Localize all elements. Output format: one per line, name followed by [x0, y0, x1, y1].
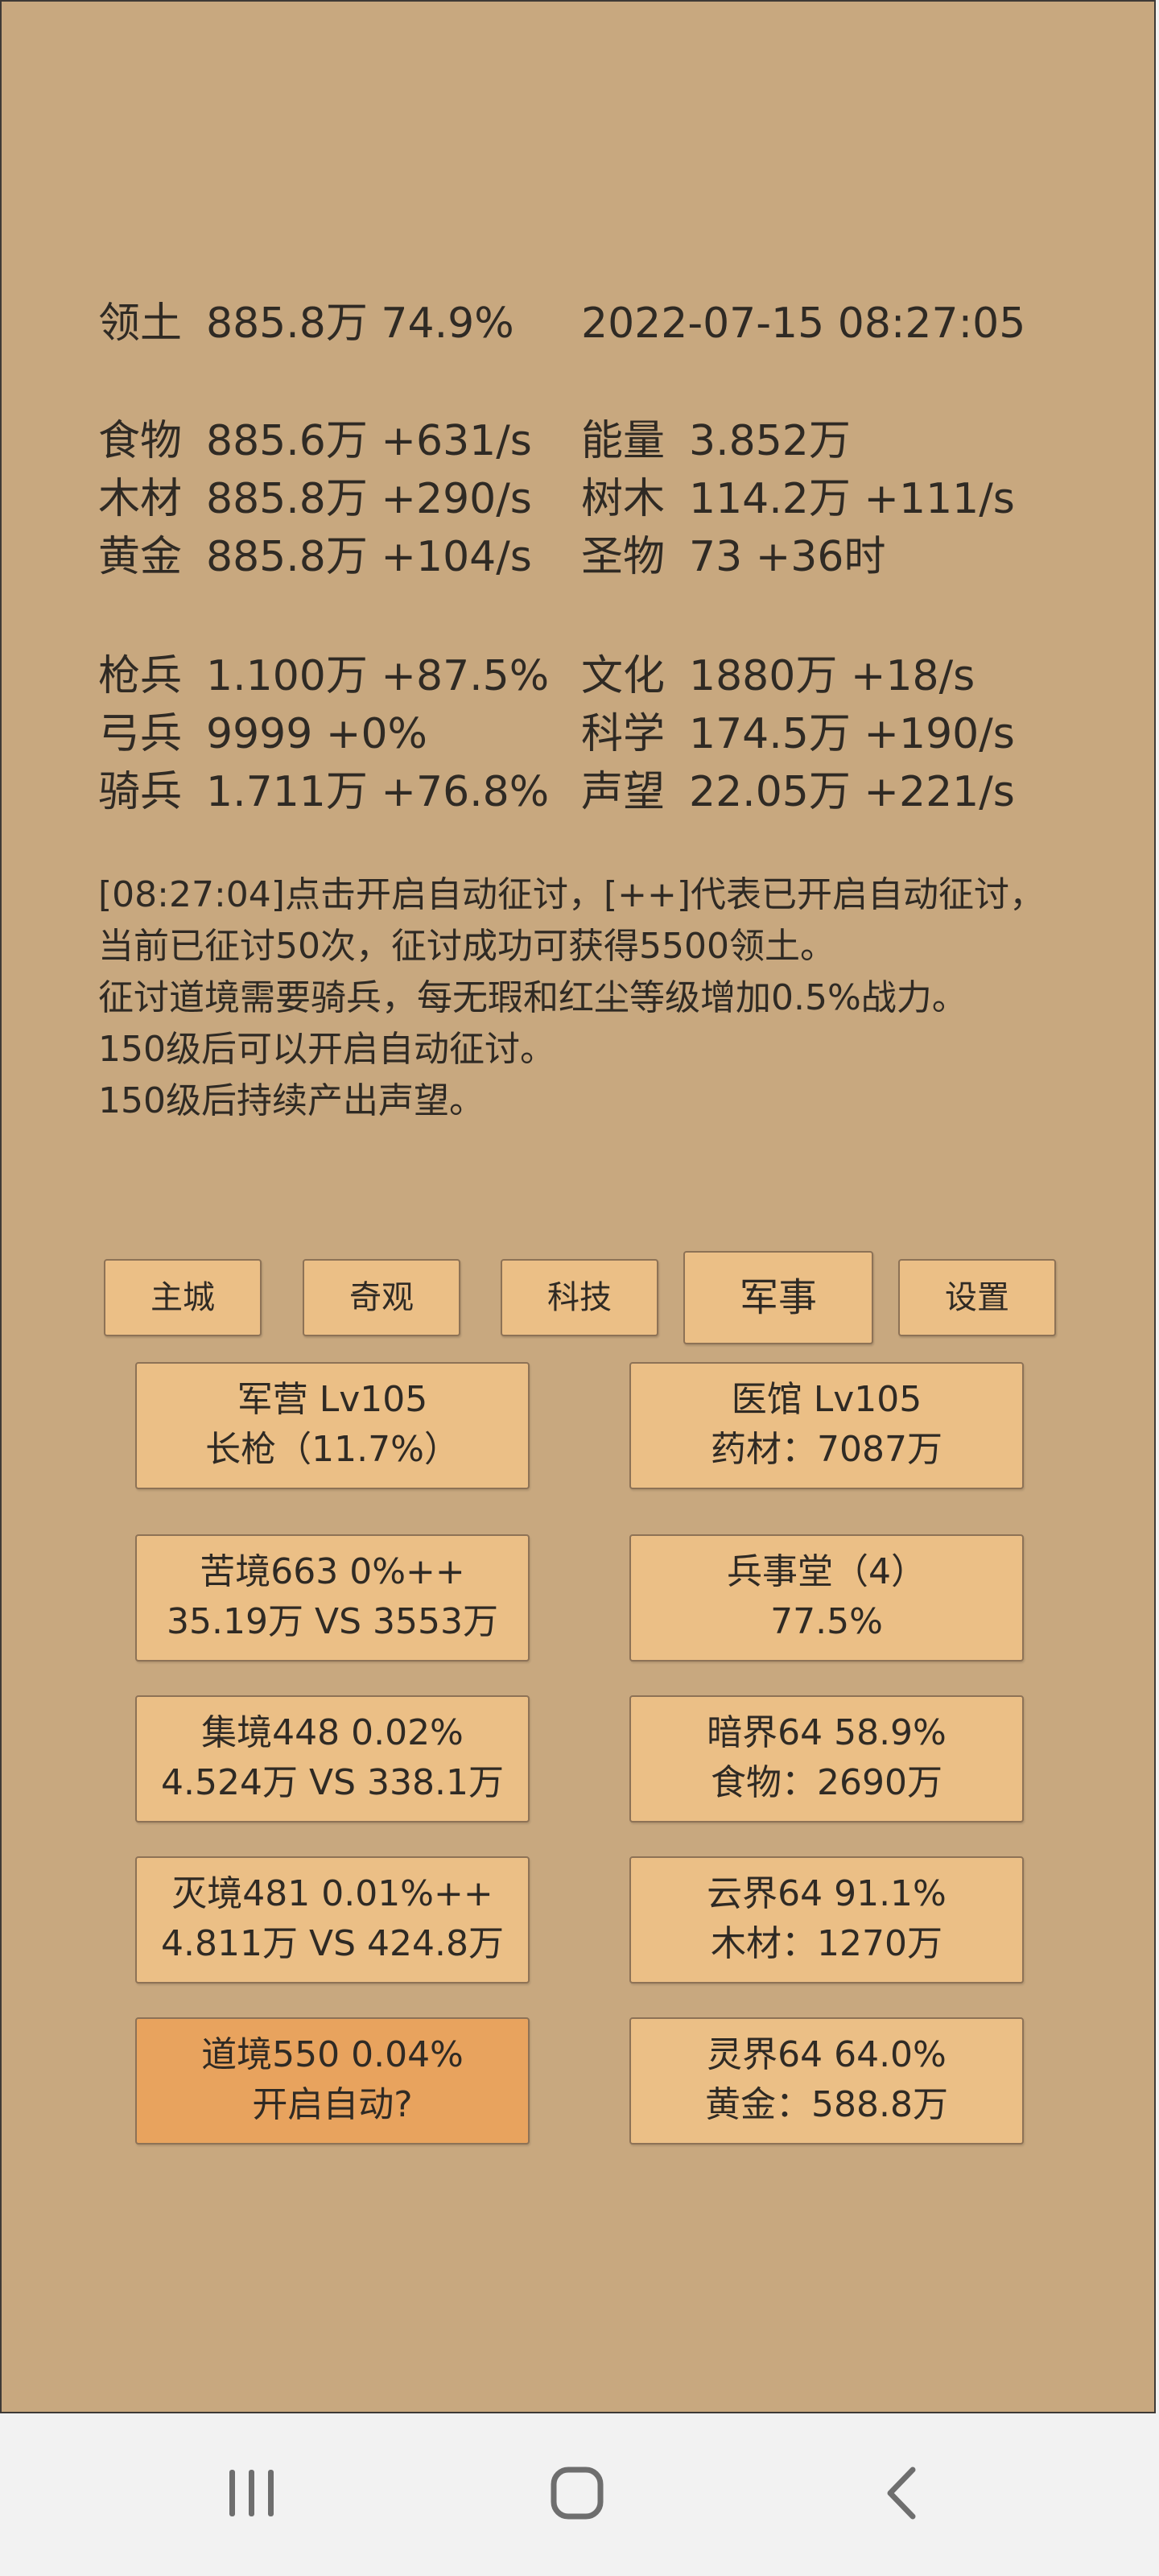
- card-dark-world[interactable]: 暗界64 58.9% 食物：2690万: [629, 1695, 1024, 1823]
- resource-value: 73 +36时: [689, 533, 886, 581]
- card-detail: 木材：1270万: [711, 1923, 942, 1964]
- message-line: 当前已征讨50次，征讨成功可获得5500领土。: [98, 926, 835, 967]
- message-log: [08:27:04]点击开启自动征讨，[++]代表已开启自动征讨， 当前已征讨5…: [98, 869, 1072, 1127]
- stat-label: 科学: [581, 710, 666, 758]
- card-detail: 35.19万 VS 3553万: [167, 1601, 498, 1642]
- card-title: 暗界64 58.9%: [707, 1712, 947, 1753]
- resource-energy: 能量 3.852万: [581, 417, 851, 465]
- resource-label: 黄金: [98, 533, 183, 581]
- card-title: 集境448 0.02%: [201, 1712, 464, 1753]
- resource-value: 885.8万 +290/s: [206, 475, 532, 523]
- resource-relics: 圣物 73 +36时: [581, 533, 885, 581]
- card-ku-realm[interactable]: 苦境663 0%++ 35.19万 VS 3553万: [135, 1534, 530, 1662]
- card-title: 云界64 91.1%: [707, 1873, 947, 1914]
- recent-apps-icon[interactable]: [203, 2462, 299, 2526]
- troop-label: 弓兵: [98, 710, 183, 758]
- game-panel: 领土 885.8万 74.9% 2022-07-15 08:27:05 食物 885…: [0, 0, 1156, 2413]
- card-dao-realm[interactable]: 道境550 0.04% 开启自动?: [135, 2017, 530, 2145]
- home-icon[interactable]: [528, 2462, 625, 2526]
- troop-label: 骑兵: [98, 768, 183, 816]
- stat-science: 科学 174.5万 +190/s: [581, 710, 1015, 758]
- message-line: 150级后持续产出声望。: [98, 1080, 485, 1121]
- system-nav-bar: [0, 2413, 1159, 2576]
- troop-archers: 弓兵 9999 +0%: [98, 710, 427, 758]
- stat-prestige: 声望 22.05万 +221/s: [581, 768, 1015, 816]
- card-detail: 4.524万 VS 338.1万: [161, 1762, 504, 1803]
- card-military-hall[interactable]: 兵事堂（4） 77.5%: [629, 1534, 1024, 1662]
- tab-technology[interactable]: 科技: [501, 1259, 658, 1336]
- card-title: 灭境481 0.01%++: [171, 1873, 493, 1914]
- card-spirit-world[interactable]: 灵界64 64.0% 黄金：588.8万: [629, 2017, 1024, 2145]
- card-ji-realm[interactable]: 集境448 0.02% 4.524万 VS 338.1万: [135, 1695, 530, 1823]
- card-title: 苦境663 0%++: [200, 1551, 465, 1592]
- tab-main-city[interactable]: 主城: [104, 1259, 262, 1336]
- card-detail: 开启自动?: [252, 2084, 413, 2125]
- troop-cavalry: 骑兵 1.711万 +76.8%: [98, 768, 549, 816]
- card-detail: 77.5%: [770, 1601, 883, 1642]
- troop-value: 1.100万 +87.5%: [206, 652, 550, 700]
- stat-label: 声望: [581, 768, 666, 816]
- troop-spearmen: 枪兵 1.100万 +87.5%: [98, 652, 549, 700]
- card-detail: 药材：7087万: [711, 1429, 942, 1470]
- resource-food: 食物 885.6万 +631/s: [98, 417, 532, 465]
- stat-label: 文化: [581, 652, 666, 700]
- back-icon[interactable]: [853, 2462, 950, 2526]
- card-mie-realm[interactable]: 灭境481 0.01%++ 4.811万 VS 424.8万: [135, 1856, 530, 1984]
- tab-military[interactable]: 军事: [683, 1251, 873, 1344]
- resource-label: 树木: [581, 475, 666, 523]
- card-title: 兵事堂（4）: [727, 1551, 926, 1592]
- resource-label: 木材: [98, 475, 183, 523]
- card-cloud-world[interactable]: 云界64 91.1% 木材：1270万: [629, 1856, 1024, 1984]
- datetime: 2022-07-15 08:27:05: [581, 299, 1026, 348]
- resource-label: 圣物: [581, 533, 666, 581]
- card-detail: 食物：2690万: [711, 1762, 942, 1803]
- stat-value: 1880万 +18/s: [689, 652, 975, 700]
- resource-value: 885.6万 +631/s: [206, 417, 532, 465]
- message-line: 征讨道境需要骑兵，每无瑕和红尘等级增加0.5%战力。: [98, 977, 967, 1018]
- message-line: [08:27:04]点击开启自动征讨，[++]代表已开启自动征讨，: [98, 874, 1046, 915]
- resource-wood: 木材 885.8万 +290/s: [98, 475, 532, 523]
- resource-value: 114.2万 +111/s: [689, 475, 1015, 523]
- resource-label: 能量: [581, 417, 666, 465]
- territory-label: 领土: [98, 299, 183, 348]
- troop-value: 1.711万 +76.8%: [206, 768, 550, 816]
- tab-settings[interactable]: 设置: [898, 1259, 1056, 1336]
- card-detail: 长枪（11.7%）: [205, 1429, 460, 1470]
- resource-trees: 树木 114.2万 +111/s: [581, 475, 1015, 523]
- card-title: 军营 Lv105: [237, 1379, 428, 1420]
- card-detail: 黄金：588.8万: [705, 2084, 948, 2125]
- message-line: 150级后可以开启自动征讨。: [98, 1029, 555, 1070]
- stat-value: 174.5万 +190/s: [689, 710, 1015, 758]
- resource-value: 3.852万: [689, 417, 851, 465]
- resource-value: 885.8万 +104/s: [206, 533, 532, 581]
- card-barracks[interactable]: 军营 Lv105 长枪（11.7%）: [135, 1362, 530, 1489]
- card-title: 道境550 0.04%: [201, 2034, 464, 2075]
- territory-row: 领土 885.8万 74.9%: [98, 299, 514, 348]
- tab-wonders[interactable]: 奇观: [303, 1259, 460, 1336]
- stat-culture: 文化 1880万 +18/s: [581, 652, 975, 700]
- territory-value: 885.8万 74.9%: [206, 299, 514, 348]
- resource-gold: 黄金 885.8万 +104/s: [98, 533, 532, 581]
- troop-label: 枪兵: [98, 652, 183, 700]
- stat-value: 22.05万 +221/s: [689, 768, 1015, 816]
- troop-value: 9999 +0%: [206, 710, 427, 758]
- card-clinic[interactable]: 医馆 Lv105 药材：7087万: [629, 1362, 1024, 1489]
- resource-label: 食物: [98, 417, 183, 465]
- card-title: 灵界64 64.0%: [707, 2034, 947, 2075]
- card-detail: 4.811万 VS 424.8万: [161, 1923, 504, 1964]
- card-title: 医馆 Lv105: [731, 1379, 922, 1420]
